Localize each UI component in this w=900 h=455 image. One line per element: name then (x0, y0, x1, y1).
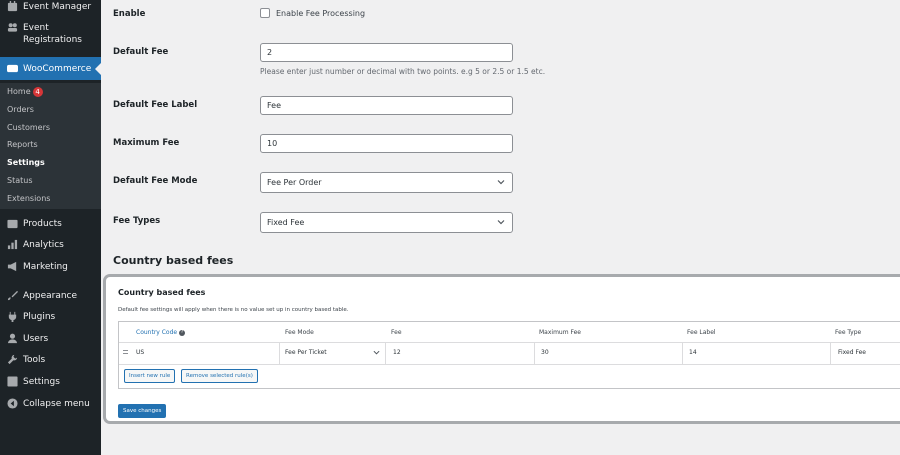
save-changes-button[interactable]: Save changes (118, 404, 167, 418)
chevron-down-icon (497, 180, 505, 185)
remove-rule-button[interactable]: Remove selected rule(s) (181, 369, 258, 383)
submenu-item-orders[interactable]: Orders (7, 105, 34, 115)
country-fees-table: Country Code? Fee Mode Fee Maximum Fee F… (118, 321, 900, 389)
column-header-country-code[interactable]: Country Code? (136, 329, 186, 336)
row-divider (119, 342, 900, 343)
maximum-fee-cell[interactable]: 30 (541, 349, 549, 356)
header-label: Country Code (136, 329, 178, 336)
column-header-fee-label: Fee Label (687, 329, 716, 336)
default-fee-help: Please enter just number or decimal with… (260, 67, 546, 76)
column-divider (534, 343, 535, 364)
default-fee-label-input[interactable]: Fee (260, 96, 513, 115)
column-divider (385, 343, 386, 364)
column-divider (279, 343, 280, 364)
plugin-icon (7, 311, 18, 322)
fee-cell[interactable]: 12 (393, 349, 401, 356)
menu-label: Products (23, 219, 62, 229)
enable-label: Enable (113, 9, 146, 19)
menu-label: Users (23, 334, 49, 344)
menu-label: Analytics (23, 240, 64, 250)
settings-icon (7, 376, 18, 387)
selected-value: Fee Per Order (267, 178, 322, 187)
enable-fee-processing-checkbox[interactable] (260, 8, 270, 18)
default-fee-mode-label: Default Fee Mode (113, 176, 198, 186)
menu-label: WooCommerce (23, 63, 92, 74)
menu-label: Appearance (23, 291, 78, 301)
menu-item-settings[interactable]: Settings (0, 376, 101, 388)
drag-handle-icon[interactable] (123, 350, 128, 354)
enable-fee-processing-option[interactable]: Enable Fee Processing (260, 8, 365, 18)
fee-types-select[interactable]: Fixed Fee (260, 212, 513, 233)
menu-item-products[interactable]: Products (0, 218, 101, 230)
analytics-icon (7, 239, 18, 250)
default-fee-mode-select[interactable]: Fee Per Order (260, 172, 513, 193)
column-header-fee: Fee (391, 329, 402, 336)
megaphone-icon (7, 261, 18, 272)
fee-label-cell[interactable]: 14 (689, 349, 697, 356)
notification-badge: 4 (32, 87, 43, 97)
panel-title: Country based fees (118, 288, 206, 297)
submenu-label: Home (7, 87, 31, 96)
section-title: Country based fees (113, 254, 234, 267)
menu-item-plugins[interactable]: Plugins (0, 311, 101, 323)
fee-mode-cell[interactable]: Fee Per Ticket (285, 349, 327, 356)
user-icon (7, 333, 18, 344)
panel-description: Default fee settings will apply when the… (118, 307, 349, 313)
chevron-down-icon (497, 220, 505, 225)
submenu-item-status[interactable]: Status (7, 176, 33, 186)
fee-type-cell[interactable]: Fixed Fee (838, 349, 866, 356)
menu-label: Event Manager (23, 2, 92, 12)
column-header-fee-mode: Fee Mode (285, 329, 314, 336)
brush-icon (7, 290, 18, 301)
submenu-item-home[interactable]: Home 4 (7, 87, 43, 97)
menu-item-appearance[interactable]: Appearance (0, 290, 101, 302)
maximum-fee-input[interactable]: 10 (260, 134, 513, 153)
woo-icon (7, 63, 18, 74)
column-divider (682, 343, 683, 364)
settings-main: Enable Enable Fee Processing Default Fee… (101, 0, 900, 455)
menu-item-event-manager[interactable]: Event Manager (0, 1, 101, 13)
people-icon (7, 22, 18, 33)
country-code-cell[interactable]: US (136, 349, 144, 356)
menu-label: Collapse menu (23, 399, 90, 409)
woocommerce-submenu: Home 4 Orders Customers Reports Settings … (0, 83, 101, 209)
menu-item-users[interactable]: Users (0, 333, 101, 345)
fee-types-label: Fee Types (113, 216, 161, 226)
submenu-item-extensions[interactable]: Extensions (7, 194, 50, 204)
menu-item-analytics[interactable]: Analytics (0, 239, 101, 251)
menu-label: Settings (23, 377, 60, 387)
menu-item-tools[interactable]: Tools (0, 354, 101, 366)
column-divider (830, 343, 831, 364)
menu-item-marketing[interactable]: Marketing (0, 261, 101, 273)
menu-label: Marketing (23, 262, 68, 272)
insert-rule-button[interactable]: Insert new rule (124, 369, 176, 383)
column-header-maximum-fee: Maximum Fee (539, 329, 581, 336)
menu-item-event-registrations[interactable]: Event Registrations (0, 22, 101, 46)
maximum-fee-label: Maximum Fee (113, 138, 180, 148)
menu-label: Tools (23, 355, 46, 365)
menu-item-woocommerce[interactable]: WooCommerce (0, 57, 101, 80)
column-header-fee-type: Fee Type (835, 329, 862, 336)
products-icon (7, 218, 18, 229)
row-divider (119, 364, 900, 365)
selected-value: Fixed Fee (267, 218, 305, 227)
submenu-item-customers[interactable]: Customers (7, 123, 50, 133)
collapse-menu-button[interactable]: Collapse menu (0, 398, 101, 410)
help-icon[interactable]: ? (179, 329, 186, 336)
wrench-icon (7, 354, 18, 365)
default-fee-label: Default Fee (113, 47, 169, 57)
chevron-down-icon (373, 350, 380, 355)
country-fees-panel: Country based fees Default fee settings … (103, 274, 900, 424)
collapse-icon (7, 398, 18, 409)
default-fee-label-label: Default Fee Label (113, 100, 198, 110)
admin-sidebar: Event Manager Event Registrations WooCom… (0, 0, 101, 455)
submenu-item-settings[interactable]: Settings (7, 158, 45, 168)
default-fee-input[interactable]: 2 (260, 43, 513, 62)
menu-label: Plugins (23, 312, 56, 322)
menu-label: Event Registrations (23, 23, 82, 45)
calendar-icon (7, 1, 18, 12)
submenu-item-reports[interactable]: Reports (7, 140, 38, 150)
checkbox-label: Enable Fee Processing (276, 8, 366, 18)
selected-value: Fee Per Ticket (285, 349, 327, 356)
